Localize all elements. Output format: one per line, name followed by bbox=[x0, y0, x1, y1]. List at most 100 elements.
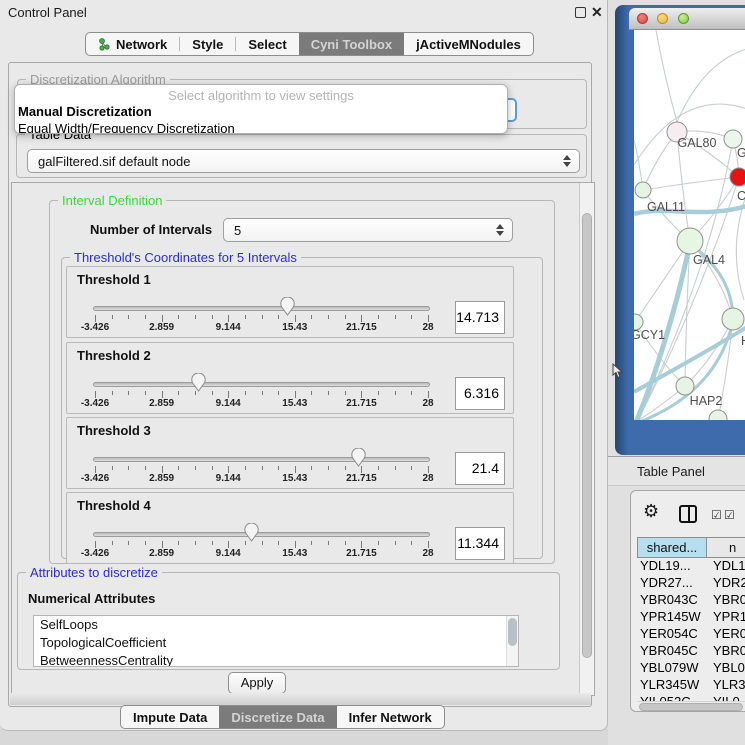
tab-network[interactable]: Network bbox=[86, 33, 179, 55]
tab-impute-data[interactable]: Impute Data bbox=[121, 706, 219, 728]
slider-track[interactable] bbox=[93, 306, 430, 311]
table-row[interactable]: YER054CYER0 bbox=[637, 626, 745, 643]
slider-thumb[interactable] bbox=[244, 523, 259, 542]
cell-name[interactable]: YBR0 bbox=[707, 592, 745, 607]
table-row[interactable]: YBR043CYBR0 bbox=[637, 592, 745, 609]
split-columns-icon[interactable] bbox=[679, 505, 697, 523]
network-view-window[interactable]: GAL80GCGAL11GAL4GCY1HHAP2 bbox=[615, 5, 745, 455]
column-header-name[interactable]: n bbox=[707, 537, 745, 558]
slider-tick bbox=[378, 315, 379, 319]
threshold-value-field[interactable]: 11.344 bbox=[455, 527, 505, 560]
cell-shared-name[interactable]: YPR145W bbox=[637, 609, 707, 624]
slider-tick bbox=[145, 315, 146, 319]
slider-tick bbox=[428, 466, 429, 473]
close-icon[interactable]: ✕ bbox=[591, 4, 603, 21]
network-node-label: HAP2 bbox=[690, 394, 723, 408]
column-header-shared-name[interactable]: shared... bbox=[637, 537, 707, 558]
slider-track[interactable] bbox=[93, 382, 430, 387]
slider-track[interactable] bbox=[93, 532, 430, 537]
number-of-intervals-spinner[interactable]: 5 bbox=[223, 218, 513, 242]
list-item[interactable]: TopologicalCoefficient bbox=[34, 634, 518, 652]
minimize-light-icon[interactable] bbox=[657, 13, 668, 24]
slider-tick bbox=[162, 541, 163, 548]
tab-infer-network[interactable]: Infer Network bbox=[337, 706, 444, 728]
slider-tick-label: 28 bbox=[403, 548, 453, 559]
cell-name[interactable]: YLR3 bbox=[707, 677, 745, 692]
slider-thumb[interactable] bbox=[351, 448, 366, 467]
horizontal-scrollbar[interactable] bbox=[637, 701, 745, 711]
tab-style[interactable]: Style bbox=[180, 33, 235, 55]
threshold-value-field[interactable]: 21.4 bbox=[455, 452, 505, 485]
cell-name[interactable]: YBR0 bbox=[707, 643, 745, 658]
network-node[interactable] bbox=[722, 308, 744, 330]
list-scrollbar-thumb[interactable] bbox=[508, 618, 517, 646]
threshold-value-field[interactable]: 14.713 bbox=[455, 301, 505, 334]
slider-tick-label: -3.426 bbox=[70, 548, 120, 559]
cell-name[interactable]: YDR2 bbox=[707, 575, 745, 590]
float-window-icon[interactable] bbox=[575, 7, 586, 18]
list-item[interactable]: BetweennessCentrality bbox=[34, 652, 518, 667]
network-canvas[interactable]: GAL80GCGAL11GAL4GCY1HHAP2 bbox=[634, 30, 745, 420]
network-node[interactable] bbox=[709, 410, 727, 420]
popup-option-manual-discretization[interactable]: Manual Discretization bbox=[15, 103, 507, 120]
slider-track[interactable] bbox=[93, 457, 430, 462]
table-row[interactable]: YIL052CYIL0 bbox=[637, 694, 745, 701]
cell-name[interactable]: YBL0 bbox=[707, 660, 745, 675]
tab-jactivemnodules[interactable]: jActiveMNodules bbox=[404, 33, 533, 55]
table-row[interactable]: YDR27...YDR2 bbox=[637, 575, 745, 592]
tab-discretize-data[interactable]: Discretize Data bbox=[219, 706, 336, 728]
popup-option-equal-width-frequency[interactable]: Equal Width/Frequency Discretization bbox=[15, 120, 507, 134]
close-light-icon[interactable] bbox=[637, 13, 648, 24]
network-node[interactable] bbox=[677, 228, 703, 254]
vertical-scrollbar[interactable] bbox=[579, 183, 594, 695]
cell-name[interactable]: YDL1 bbox=[707, 558, 745, 573]
cell-name[interactable]: YER0 bbox=[707, 626, 745, 641]
zoom-light-icon[interactable] bbox=[678, 13, 689, 24]
table-data-combo[interactable]: galFiltered.sif default node bbox=[27, 149, 580, 173]
slider-tick bbox=[361, 541, 362, 548]
slider-tick bbox=[295, 466, 296, 473]
slider-tick bbox=[262, 466, 263, 470]
cell-name[interactable]: YIL0 bbox=[707, 694, 740, 701]
vertical-scrollbar-thumb[interactable] bbox=[582, 213, 592, 658]
checkbox-icon[interactable]: ☑ bbox=[724, 508, 735, 522]
cell-shared-name[interactable]: YBR043C bbox=[637, 592, 707, 607]
slider-thumb[interactable] bbox=[191, 373, 206, 392]
cell-shared-name[interactable]: YBR045C bbox=[637, 643, 707, 658]
slider-tick bbox=[162, 391, 163, 398]
gear-icon[interactable]: ⚙ bbox=[643, 501, 659, 522]
cell-shared-name[interactable]: YLR345W bbox=[637, 677, 707, 692]
numerical-attributes-label: Numerical Attributes bbox=[28, 591, 155, 606]
list-item[interactable]: SelfLoops bbox=[34, 616, 518, 634]
network-node[interactable] bbox=[676, 377, 694, 395]
table-row[interactable]: YBR045CYBR0 bbox=[637, 643, 745, 660]
list-scrollbar[interactable] bbox=[506, 616, 518, 666]
network-window-titlebar[interactable] bbox=[629, 8, 745, 30]
network-node[interactable] bbox=[730, 168, 745, 186]
checkbox-icon[interactable]: ☑ bbox=[711, 508, 722, 522]
slider-tick bbox=[95, 391, 96, 398]
cell-shared-name[interactable]: YER054C bbox=[637, 626, 707, 641]
slider-tick-label: 2.859 bbox=[137, 398, 187, 409]
table-row[interactable]: YLR345WYLR3 bbox=[637, 677, 745, 694]
threshold-value-field[interactable]: 6.316 bbox=[455, 377, 505, 410]
cell-shared-name[interactable]: YDR27... bbox=[637, 575, 707, 590]
slider-tick-label: 28 bbox=[403, 473, 453, 484]
horizontal-scrollbar-thumb[interactable] bbox=[639, 703, 743, 711]
network-node[interactable] bbox=[635, 182, 651, 198]
slider-tick bbox=[411, 541, 412, 545]
tab-select[interactable]: Select bbox=[236, 33, 298, 55]
cell-shared-name[interactable]: YDL19... bbox=[637, 558, 707, 573]
cell-shared-name[interactable]: YBL079W bbox=[637, 660, 707, 675]
table-row[interactable]: YBL079WYBL0 bbox=[637, 660, 745, 677]
slider-tick bbox=[195, 541, 196, 545]
slider-tick-label: 9.144 bbox=[203, 322, 253, 333]
table-row[interactable]: YDL19...YDL1 bbox=[637, 558, 745, 575]
cell-name[interactable]: YPR1 bbox=[707, 609, 745, 624]
apply-button[interactable]: Apply bbox=[228, 672, 286, 694]
tab-cyni-toolbox[interactable]: Cyni Toolbox bbox=[299, 33, 404, 55]
table-row[interactable]: YPR145WYPR1 bbox=[637, 609, 745, 626]
slider-thumb[interactable] bbox=[280, 297, 295, 316]
cell-shared-name[interactable]: YIL052C bbox=[637, 694, 707, 701]
numerical-attributes-list[interactable]: SelfLoops TopologicalCoefficient Between… bbox=[33, 615, 519, 667]
